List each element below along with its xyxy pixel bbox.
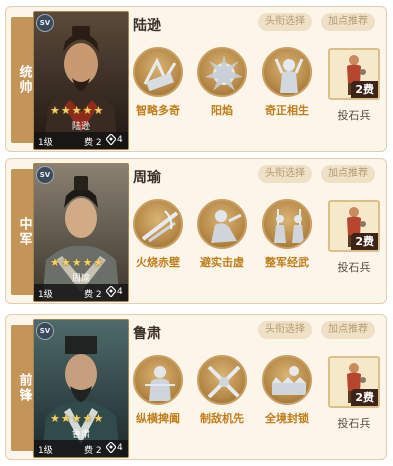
bonus-recommend-button[interactable]: 加点推荐 (321, 165, 375, 183)
skill-slot-1[interactable]: 纵横捭阖 (128, 355, 188, 426)
hero-range: 4 (117, 135, 123, 145)
soldier-type-button[interactable]: 2费 (328, 200, 380, 252)
title-select-button[interactable]: 头衔选择 (258, 13, 312, 31)
hero-cost: 费 2 (84, 290, 102, 300)
portrait-name: 陆逊 (71, 122, 90, 132)
skill-2-icon (197, 355, 247, 405)
sv-badge-icon: SV (36, 14, 54, 32)
star-rating: ★★★★★ (50, 412, 105, 425)
skill-slot-3[interactable]: 奇正相生 (257, 47, 317, 118)
skill-slot-2[interactable]: 避实击虚 (192, 199, 252, 270)
skill-3-icon (262, 199, 312, 249)
star-rating: ★★★★★ (50, 104, 105, 117)
skill-1-name: 纵横捭阖 (136, 412, 180, 425)
star-rating: ★★★★★ (50, 256, 105, 269)
soldier-label: 投石兵 (337, 261, 371, 274)
hero-card-3: 前锋 SV ★★★★★ 鲁肃 1级 费 2 4 鲁肃 头衔选择 加点推荐 纵横捭… (5, 314, 387, 460)
skill-slot-1[interactable]: 火烧赤壁 (128, 199, 188, 270)
hero-card-2: 中军 SV ★★★★★ 周瑜 1级 费 2 4 周瑜 头衔选择 加点推荐 火烧赤… (5, 158, 387, 304)
hero-name: 周瑜 (133, 170, 161, 186)
skill-3-icon (262, 47, 312, 97)
hero-level: 1级 (38, 290, 53, 300)
hero-card-1: 统帅 SV ★★★★★ 陆逊 1级 费 2 4 陆逊 头衔选择 加点推荐 智略多… (5, 6, 387, 152)
hero-portrait[interactable]: SV ★★★★★ 周瑜 1级 费 2 4 (33, 163, 129, 302)
skill-slot-2[interactable]: 阳焰 (192, 47, 252, 118)
hero-name: 鲁肃 (133, 326, 161, 342)
skill-slot-2[interactable]: 制敌机先 (192, 355, 252, 426)
skill-slot-1[interactable]: 智略多奇 (128, 47, 188, 118)
soldier-cost: 2费 (351, 233, 378, 250)
hero-range: 4 (117, 443, 123, 453)
range-icon (106, 134, 116, 145)
soldier-cost: 2费 (351, 389, 378, 406)
hero-cost: 费 2 (84, 138, 102, 148)
skill-slot-3[interactable]: 全境封锁 (257, 355, 317, 426)
title-select-button[interactable]: 头衔选择 (258, 165, 312, 183)
portrait-info-bar: 1级 费 2 4 (34, 132, 128, 149)
soldier-label: 投石兵 (337, 417, 371, 430)
portrait-name: 周瑜 (71, 274, 90, 284)
hero-level: 1级 (38, 138, 53, 148)
skill-1-icon (133, 355, 183, 405)
hero-cost: 费 2 (84, 446, 102, 456)
sv-badge-icon: SV (36, 322, 54, 340)
range-icon (106, 442, 116, 453)
soldier-label: 投石兵 (337, 109, 371, 122)
portrait-name: 鲁肃 (71, 430, 90, 440)
hero-portrait[interactable]: SV ★★★★★ 鲁肃 1级 费 2 4 (33, 319, 129, 458)
hero-name: 陆逊 (133, 18, 161, 34)
portrait-info-bar: 1级 费 2 4 (34, 440, 128, 457)
skill-3-icon (262, 355, 312, 405)
hero-portrait[interactable]: SV ★★★★★ 陆逊 1级 费 2 4 (33, 11, 129, 150)
skill-2-name: 制敌机先 (200, 412, 244, 425)
portrait-info-bar: 1级 费 2 4 (34, 284, 128, 301)
sv-badge-icon: SV (36, 166, 54, 184)
skill-1-name: 智略多奇 (136, 104, 180, 117)
hero-level: 1级 (38, 446, 53, 456)
bonus-recommend-button[interactable]: 加点推荐 (321, 13, 375, 31)
range-icon (106, 286, 116, 297)
skill-1-icon (133, 199, 183, 249)
bonus-recommend-button[interactable]: 加点推荐 (321, 321, 375, 339)
skill-2-icon (197, 47, 247, 97)
skill-2-name: 阳焰 (211, 104, 233, 117)
skill-3-name: 整军经武 (265, 256, 309, 269)
skill-slot-3[interactable]: 整军经武 (257, 199, 317, 270)
skill-3-name: 全境封锁 (265, 412, 309, 425)
skill-2-icon (197, 199, 247, 249)
skill-1-name: 火烧赤壁 (136, 256, 180, 269)
soldier-cost: 2费 (351, 81, 378, 98)
title-select-button[interactable]: 头衔选择 (258, 321, 312, 339)
skill-1-icon (133, 47, 183, 97)
soldier-type-button[interactable]: 2费 (328, 356, 380, 408)
hero-range: 4 (117, 287, 123, 297)
skill-3-name: 奇正相生 (265, 104, 309, 117)
skill-2-name: 避实击虚 (200, 256, 244, 269)
soldier-type-button[interactable]: 2费 (328, 48, 380, 100)
